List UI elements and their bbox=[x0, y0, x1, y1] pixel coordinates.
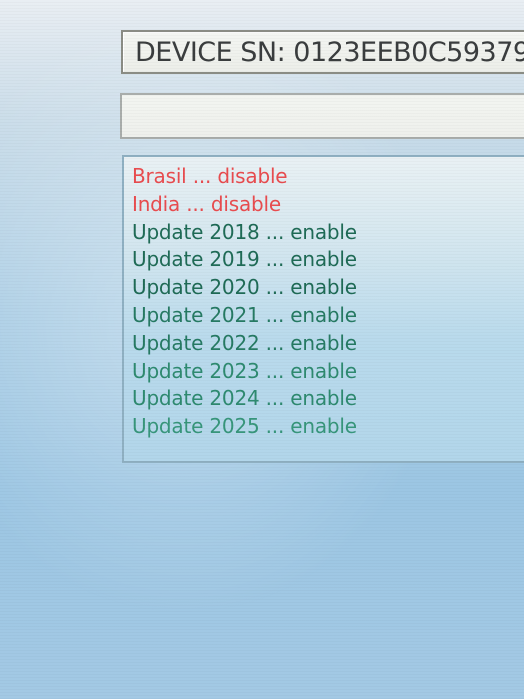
status-list-box[interactable]: Brasil ... disable India ... disable Upd… bbox=[122, 155, 524, 463]
text-input-field[interactable] bbox=[120, 93, 524, 139]
list-item-update-2020: Update 2020 ... enable bbox=[132, 275, 357, 300]
device-serial-field: DEVICE SN: 0123EEB0C59379AA bbox=[121, 30, 524, 74]
list-item-update-2021: Update 2021 ... enable bbox=[132, 302, 357, 327]
list-item-update-2024: Update 2024 ... enable bbox=[132, 386, 357, 411]
status-list: Brasil ... disable India ... disable Upd… bbox=[132, 163, 357, 441]
list-item-update-2019: Update 2019 ... enable bbox=[132, 247, 357, 272]
list-item-india: India ... disable bbox=[132, 191, 281, 216]
list-item-update-2023: Update 2023 ... enable bbox=[132, 358, 357, 383]
list-item-brasil: Brasil ... disable bbox=[132, 164, 288, 188]
list-item-update-2025: Update 2025 ... enable bbox=[132, 414, 357, 439]
device-serial-text: DEVICE SN: 0123EEB0C59379AA bbox=[135, 37, 524, 68]
list-item-update-2018: Update 2018 ... enable bbox=[132, 219, 357, 244]
list-item-update-2022: Update 2022 ... enable bbox=[132, 330, 357, 355]
